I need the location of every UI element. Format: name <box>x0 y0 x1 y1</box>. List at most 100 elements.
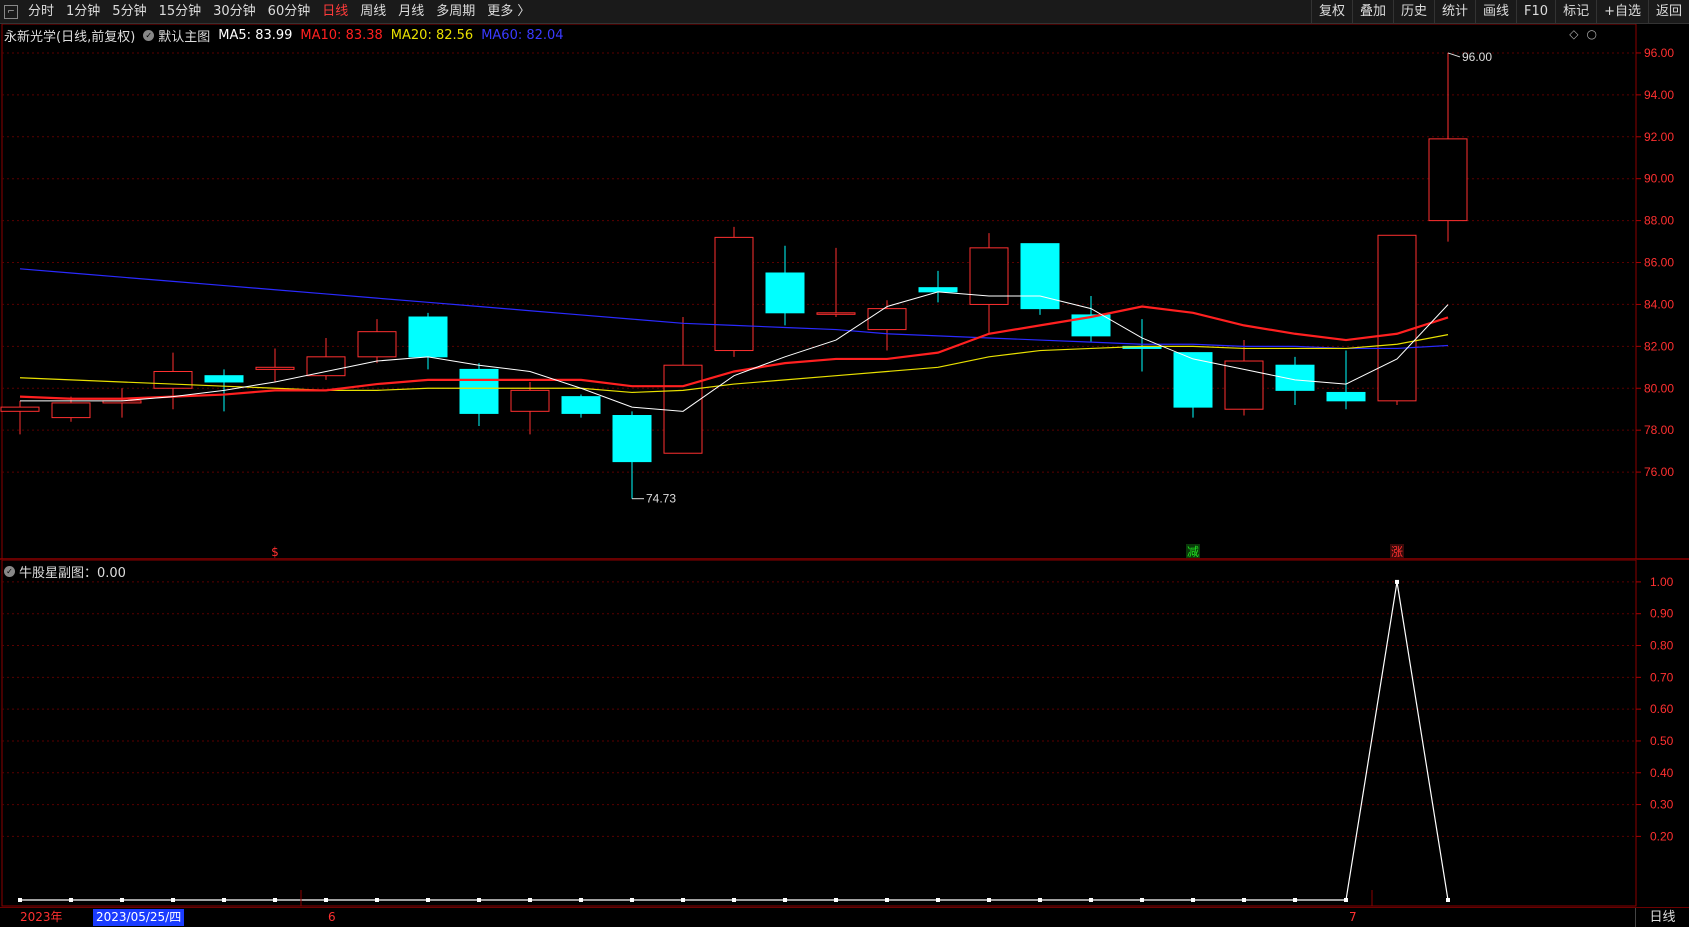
tab-period[interactable]: 多周期 <box>430 0 481 24</box>
period-toolbar: ⌐ 分时 1分钟 5分钟 15分钟 30分钟 60分钟 日线 周线 月线 多周期… <box>0 0 1689 24</box>
candle-up <box>510 389 550 412</box>
candle-down <box>918 287 958 293</box>
indicator-point <box>885 898 889 902</box>
period-tabs: ⌐ 分时 1分钟 5分钟 15分钟 30分钟 60分钟 日线 周线 月线 多周期… <box>0 0 536 24</box>
candle-down <box>408 316 448 358</box>
candlestick-chart[interactable]: 96.00 94.00 92.00 90.00 88.00 86.00 84.00 82.00… <box>0 24 1689 560</box>
sub-chart-panel[interactable]: 1.00 0.90 0.80 0.70 0.60 0.50 0.40 0.30 0.20 ✓ 牛… <box>0 560 1689 907</box>
candle-up <box>867 308 907 331</box>
mark-button[interactable]: 标记 <box>1555 0 1596 24</box>
tab-more[interactable]: 更多 〉 <box>481 0 536 24</box>
indicator-point <box>69 898 73 902</box>
candle-up <box>153 370 193 389</box>
sub-title: 牛股星副图：0.00 <box>19 566 126 581</box>
indicator-point <box>681 898 685 902</box>
stats-button[interactable]: 统计 <box>1434 0 1475 24</box>
indicator-point <box>273 898 277 902</box>
value-axis-label: 0.70 <box>1650 670 1674 684</box>
indicator-point <box>1446 898 1450 902</box>
tab-period[interactable]: 1分钟 <box>60 0 106 24</box>
draw-button[interactable]: 画线 <box>1475 0 1516 24</box>
indicator-point <box>834 898 838 902</box>
indicator-point <box>222 898 226 902</box>
price-axis-label: 82.00 <box>1644 339 1674 353</box>
diamond-icon[interactable]: ◇ <box>1569 27 1578 41</box>
candle-down <box>765 272 805 314</box>
ring-icon[interactable]: ○ <box>1587 27 1597 41</box>
price-axis-label: 78.00 <box>1644 423 1674 437</box>
ma20-label: MA20: 82.56 <box>390 28 474 43</box>
overlay-button[interactable]: 叠加 <box>1351 0 1393 24</box>
indicator-point <box>375 898 379 902</box>
month-label-7: 7 <box>1349 910 1357 924</box>
ma10-label: MA10: 83.38 <box>300 28 383 43</box>
settings-dot-icon[interactable]: ✓ <box>4 566 15 577</box>
indicator-point <box>1038 898 1042 902</box>
price-axis-label: 90.00 <box>1644 172 1674 186</box>
tab-period[interactable]: 5分钟 <box>106 0 152 24</box>
value-axis-label: 0.20 <box>1650 829 1674 843</box>
signal-badge: 涨 <box>1391 544 1403 559</box>
high-price-marker: 96.00 <box>1462 50 1492 64</box>
month-label-6: 6 <box>328 910 336 924</box>
tab-period[interactable]: 60分钟 <box>262 0 317 24</box>
indicator-point <box>1395 579 1399 584</box>
value-axis-label: 0.30 <box>1650 798 1674 812</box>
tab-period[interactable]: 月线 <box>392 0 430 24</box>
value-axis-label: 0.90 <box>1650 607 1674 621</box>
template-name[interactable]: 默认主图 <box>158 26 210 45</box>
value-axis-label: 0.60 <box>1650 702 1674 716</box>
add-watchlist-button[interactable]: +自选 <box>1596 0 1648 24</box>
main-chart-panel[interactable]: 96.00 94.00 92.00 90.00 88.00 86.00 84.00 82.00… <box>0 24 1689 560</box>
signal-badge: 减 <box>1187 545 1199 559</box>
indicator-point <box>1140 898 1144 902</box>
tab-period[interactable]: 周线 <box>354 0 392 24</box>
candle-up <box>0 406 40 412</box>
candle-down <box>561 396 601 414</box>
tab-period[interactable]: 30分钟 <box>207 0 262 24</box>
price-axis-label: 86.00 <box>1644 256 1674 270</box>
chart-corner-icons: ◇ ○ <box>1569 27 1597 41</box>
indicator-chart[interactable]: 1.00 0.90 0.80 0.70 0.60 0.50 0.40 0.30 0.20 <box>0 560 1689 907</box>
ma60-label: MA60: 82.04 <box>481 28 564 43</box>
candle-up <box>1428 138 1468 222</box>
main-legend: 永新光学(日线,前复权) ✓ 默认主图 MA5: 83.99 MA10: 83.… <box>4 26 572 45</box>
candle-up <box>51 402 91 419</box>
high-marker-line <box>1447 52 1461 58</box>
adjust-button[interactable]: 复权 <box>1310 0 1352 24</box>
indicator-point <box>426 898 430 902</box>
indicator-point <box>120 898 124 902</box>
low-price-marker: 74.73 <box>646 492 676 506</box>
candle-up <box>663 364 703 454</box>
tab-period[interactable]: 15分钟 <box>153 0 208 24</box>
candle-up <box>1224 360 1264 410</box>
indicator-point <box>1344 898 1348 902</box>
period-indicator-button[interactable]: 日线 <box>1635 908 1689 927</box>
price-axis-label: 88.00 <box>1644 214 1674 228</box>
tool-buttons: 复权 叠加 历史 统计 画线 F10 标记 +自选 返回 <box>1310 0 1689 24</box>
indicator-point <box>1191 898 1195 902</box>
indicator-point <box>732 898 736 902</box>
value-axis-label: 0.40 <box>1650 766 1674 780</box>
indicator-point <box>324 898 328 902</box>
back-button[interactable]: 返回 <box>1647 0 1689 24</box>
year-label: 2023年 <box>20 910 63 924</box>
indicator-point <box>528 898 532 902</box>
value-axis-label: 0.50 <box>1650 734 1674 748</box>
tab-period-active[interactable]: 日线 <box>316 0 354 24</box>
date-axis-bar: 2023年 2023/05/25/四 6 7 日线 <box>0 907 1689 927</box>
indicator-point <box>783 898 787 902</box>
f10-button[interactable]: F10 <box>1516 0 1555 24</box>
tab-period[interactable]: 分时 <box>22 0 60 24</box>
history-button[interactable]: 历史 <box>1392 0 1434 24</box>
indicator-point <box>630 898 634 902</box>
signal-badge: $ <box>271 545 279 559</box>
window-menu-icon[interactable]: ⌐ <box>4 5 18 19</box>
settings-dot-icon[interactable]: ✓ <box>143 30 155 41</box>
candle-up <box>816 312 856 315</box>
candle-down <box>459 368 499 414</box>
indicator-point <box>936 898 940 902</box>
price-axis-label: 96.00 <box>1644 46 1674 60</box>
indicator-point <box>477 898 481 902</box>
price-axis-label: 92.00 <box>1644 130 1674 144</box>
